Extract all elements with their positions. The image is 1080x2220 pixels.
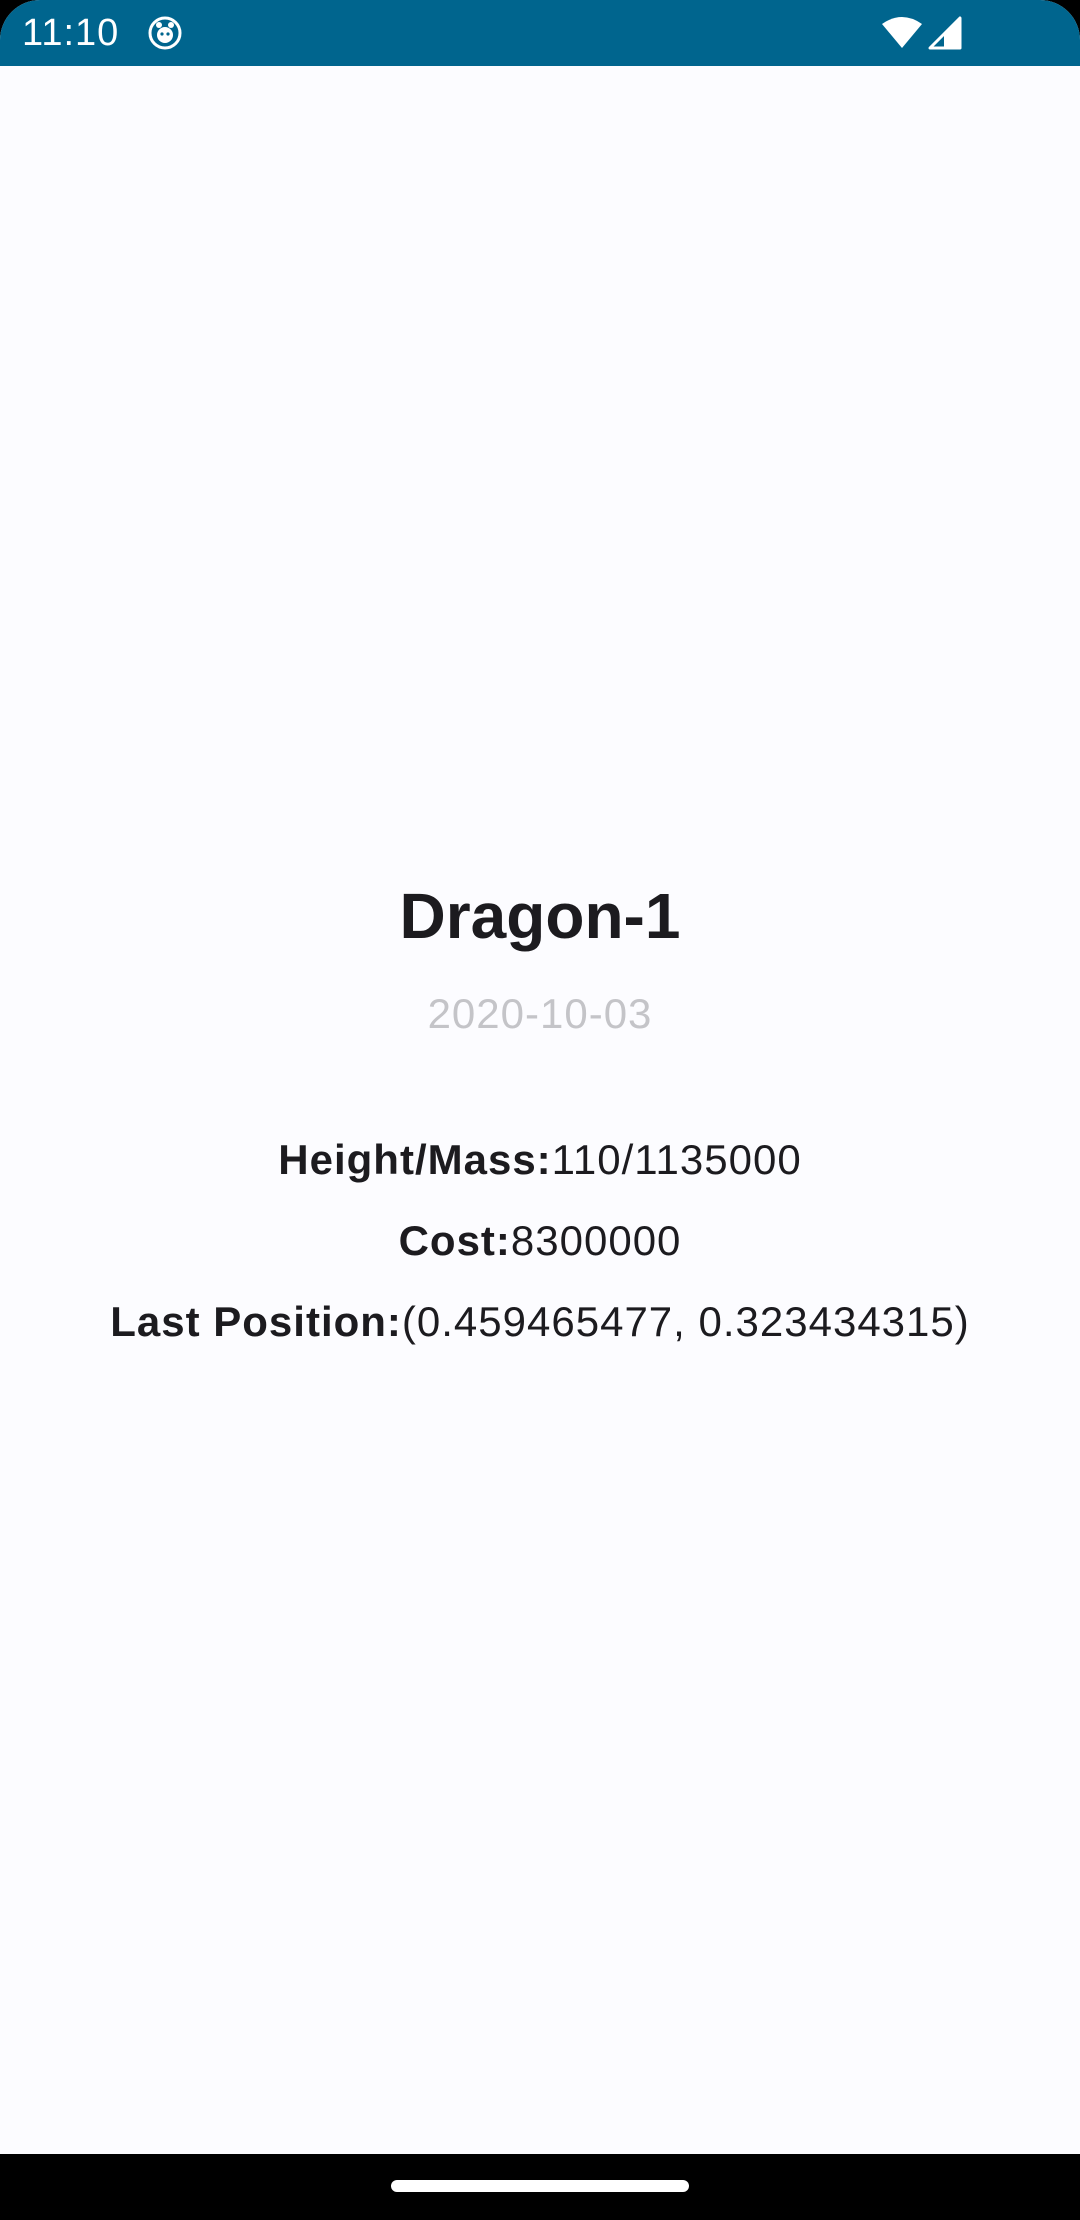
- last-position-value: (0.459465477, 0.323434315): [401, 1298, 970, 1345]
- status-time: 11:10: [22, 12, 120, 54]
- cost-row: Cost:8300000: [0, 1211, 1080, 1271]
- last-position-label: Last Position:: [110, 1298, 402, 1345]
- app-screen: 11:10 Dragon-1 2020-10-03 Height/Mass:11…: [0, 0, 1080, 2220]
- height-mass-label: Height/Mass:: [278, 1136, 552, 1183]
- cost-label: Cost:: [398, 1217, 511, 1264]
- launch-detail: Dragon-1 2020-10-03 Height/Mass:110/1135…: [0, 66, 1080, 2154]
- cost-value: 8300000: [510, 1217, 682, 1264]
- height-mass-value: 110/1135000: [551, 1136, 802, 1183]
- last-position-row: Last Position:(0.459465477, 0.323434315): [0, 1292, 1080, 1352]
- cell-signal-icon: [928, 16, 962, 50]
- wifi-icon: [882, 17, 922, 48]
- status-bar: 11:10: [0, 0, 1080, 66]
- home-gesture-handle[interactable]: [391, 2180, 689, 2192]
- launch-date: 2020-10-03: [427, 990, 653, 1037]
- app-notification-icon: [148, 16, 182, 50]
- page-title: Dragon-1: [399, 880, 681, 952]
- height-mass-row: Height/Mass:110/1135000: [0, 1130, 1080, 1190]
- navigation-bar: [0, 2154, 1080, 2220]
